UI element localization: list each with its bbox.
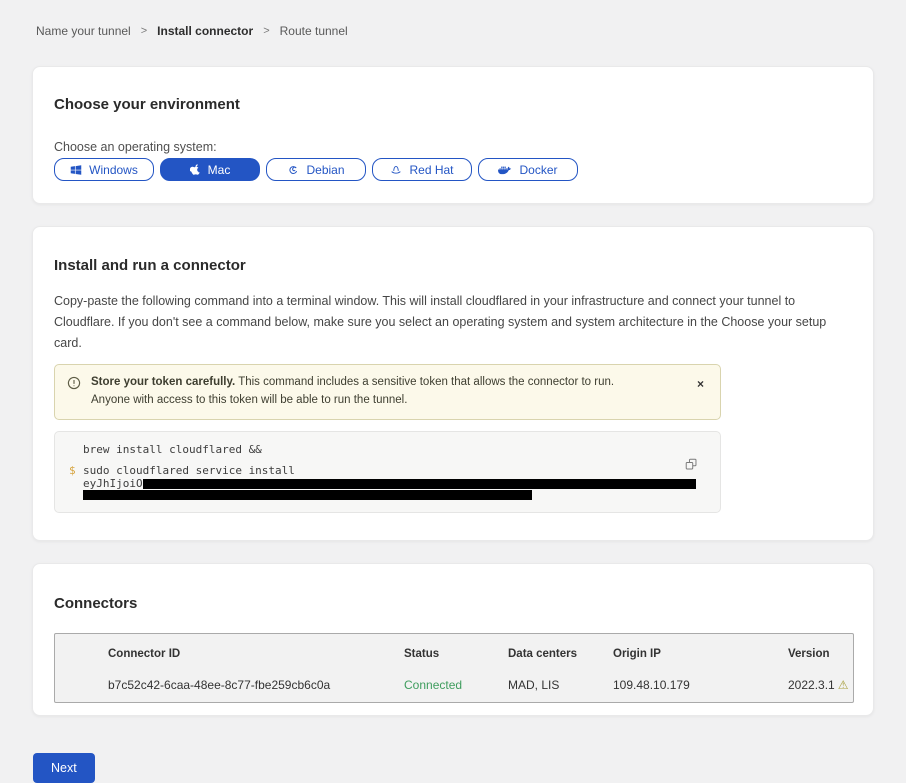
redacted-token-bar — [143, 479, 696, 489]
token-warning-banner: Store your token carefully. This command… — [54, 364, 721, 420]
code-line-brew: brew install cloudflared && — [83, 444, 704, 456]
install-card-title: Install and run a connector — [54, 257, 852, 275]
tunnel-setup-page: Name your tunnel > Install connector > R… — [0, 0, 906, 783]
os-select-label: Choose an operating system: — [54, 140, 852, 155]
docker-icon — [498, 164, 512, 175]
connectors-table: Connector ID Status Data centers Origin … — [54, 633, 854, 703]
code-command-lines: sudo cloudflared service install eyJhIjo… — [83, 465, 696, 500]
choose-environment-card: Choose your environment Choose an operat… — [32, 66, 874, 204]
os-button-windows[interactable]: Windows — [54, 158, 154, 181]
connectors-card: Connectors Connector ID Status Data cent… — [32, 563, 874, 716]
install-description: Copy-paste the following command into a … — [54, 291, 850, 354]
os-button-label: Windows — [89, 163, 138, 177]
code-line-sudo: sudo cloudflared service install — [83, 465, 696, 477]
connectors-card-title: Connectors — [54, 595, 852, 613]
col-header-origin-ip: Origin IP — [613, 648, 788, 679]
breadcrumb-separator: > — [263, 25, 269, 37]
redacted-token-bar-2 — [83, 490, 532, 500]
col-header-version: Version — [788, 648, 848, 679]
os-button-debian[interactable]: Debian — [266, 158, 366, 181]
token-line: eyJhIjoiO — [83, 478, 696, 490]
breadcrumb-step-install-connector[interactable]: Install connector — [157, 24, 253, 38]
debian-icon — [287, 164, 299, 176]
breadcrumb-step-route-tunnel[interactable]: Route tunnel — [280, 24, 348, 38]
col-header-status: Status — [404, 648, 508, 679]
info-circle-icon — [67, 376, 81, 397]
col-header-connector-id: Connector ID — [108, 648, 404, 679]
close-icon[interactable]: × — [695, 374, 706, 394]
install-connector-card: Install and run a connector Copy-paste t… — [32, 226, 874, 541]
redhat-icon — [390, 164, 402, 176]
install-command-codeblock: brew install cloudflared && $ sudo cloud… — [54, 431, 721, 513]
cell-origin-ip: 109.48.10.179 — [613, 678, 788, 702]
breadcrumb-separator: > — [141, 25, 147, 37]
breadcrumb-step-name-your-tunnel[interactable]: Name your tunnel — [36, 24, 131, 38]
apple-icon — [190, 163, 201, 176]
token-prefix: eyJhIjoiO — [83, 477, 143, 490]
environment-card-title: Choose your environment — [54, 96, 852, 114]
version-value: 2022.3.1 — [788, 678, 835, 692]
os-button-label: Debian — [306, 163, 344, 177]
os-button-label: Mac — [208, 163, 231, 177]
next-button[interactable]: Next — [33, 753, 95, 783]
os-button-mac[interactable]: Mac — [160, 158, 260, 181]
cell-connector-id: b7c52c42-6caa-48ee-8c77-fbe259cb6c0a — [108, 678, 404, 702]
col-header-data-centers: Data centers — [508, 648, 613, 679]
cell-data-centers: MAD, LIS — [508, 678, 613, 702]
os-button-redhat[interactable]: Red Hat — [372, 158, 472, 181]
cell-version: 2022.3.1⚠ — [788, 678, 848, 702]
banner-title: Store your token carefully. — [91, 376, 235, 388]
cell-status: Connected — [404, 678, 508, 702]
warning-triangle-icon: ⚠ — [838, 678, 849, 692]
breadcrumb: Name your tunnel > Install connector > R… — [0, 0, 906, 38]
os-button-label: Red Hat — [409, 163, 453, 177]
windows-icon — [70, 164, 82, 176]
banner-text: Store your token carefully. This command… — [91, 374, 651, 410]
shell-prompt: $ — [69, 465, 83, 500]
code-command-row: $ sudo cloudflared service install eyJhI… — [69, 465, 704, 500]
os-button-group: Windows Mac Debian Red Hat — [54, 158, 852, 181]
os-button-docker[interactable]: Docker — [478, 158, 578, 181]
copy-icon[interactable] — [683, 456, 700, 476]
os-button-label: Docker — [519, 163, 557, 177]
